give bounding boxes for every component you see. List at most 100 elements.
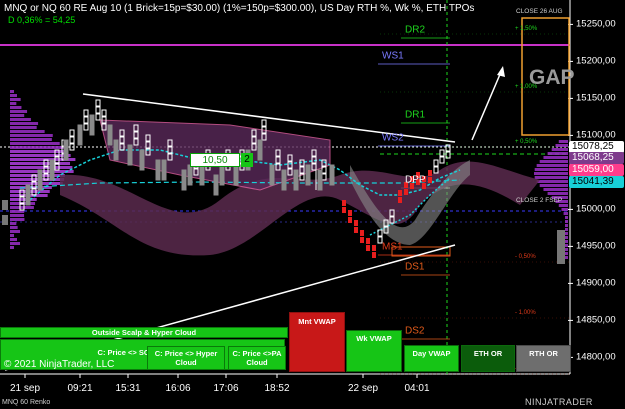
profile-bar — [10, 138, 52, 141]
down-bar — [317, 169, 323, 177]
profile-bar — [565, 240, 568, 243]
profile-bar — [10, 214, 25, 217]
profile-bar — [536, 180, 568, 183]
price-badge: 15041,39 — [569, 176, 624, 188]
down-bar — [281, 183, 287, 191]
price-badge: 15068,25 — [569, 152, 624, 164]
profile-bar — [547, 152, 568, 155]
profile-bar — [10, 218, 25, 221]
eth-or-button[interactable]: ETH OR — [461, 345, 515, 372]
y-tick-label: 15200,00 — [576, 55, 616, 67]
rth-or-button[interactable]: RTH OR — [516, 345, 571, 372]
up-bar — [69, 136, 75, 144]
profile-bar — [10, 106, 22, 109]
profile-bar — [565, 252, 568, 255]
profile-bar — [10, 222, 17, 225]
down-bar — [107, 131, 113, 139]
profile-bar — [10, 134, 53, 137]
down-bar — [127, 158, 133, 166]
up-bar — [95, 106, 101, 114]
profile-bar — [10, 226, 18, 229]
down-bar-red — [366, 245, 370, 251]
series-label: MNQ 60 Renko — [2, 399, 51, 406]
up-bar — [439, 149, 445, 157]
up-bar — [83, 116, 89, 124]
down-bar — [139, 163, 145, 171]
down-bar — [25, 191, 31, 199]
profile-bar — [539, 160, 568, 163]
down-bar — [187, 178, 193, 186]
down-bar-red — [398, 190, 402, 196]
down-bar — [269, 171, 275, 179]
x-tick-label: 17:06 — [213, 383, 239, 394]
down-bar — [127, 151, 133, 159]
down-bar — [329, 164, 335, 172]
down-bar — [77, 131, 83, 139]
down-bar — [161, 173, 167, 181]
down-bar — [37, 183, 43, 191]
down-bar — [305, 171, 311, 179]
down-bar — [107, 124, 113, 132]
down-bar — [155, 173, 161, 181]
down-bar-red — [404, 189, 408, 195]
profile-bar — [543, 156, 568, 159]
down-bar — [161, 166, 167, 174]
down-bar — [63, 153, 69, 161]
pa-cloud-button[interactable]: C: Price <>PA Cloud — [228, 346, 286, 370]
profile-bar — [10, 166, 73, 169]
down-bar — [89, 121, 95, 129]
y-tick-label: 15000,00 — [576, 203, 616, 215]
profile-bar — [565, 216, 568, 219]
hyper-cloud-button[interactable]: C: Price <> Hyper Cloud — [147, 346, 225, 370]
profile-bar — [10, 118, 31, 121]
down-bar — [139, 156, 145, 164]
pivot-level-label: DR2 — [405, 24, 426, 36]
y-tick-label: 14900,00 — [576, 277, 616, 289]
outside-scalp-hyper-button[interactable]: Outside Scalp & Hyper Cloud — [0, 327, 288, 338]
down-bar — [89, 128, 95, 136]
down-bar-red — [398, 197, 402, 203]
down-bar — [25, 184, 31, 192]
down-bar — [233, 171, 239, 179]
down-bar-red — [366, 238, 370, 244]
pivot-level-label: DPP — [405, 174, 426, 186]
gap-arrow-head — [497, 66, 505, 77]
close-aug-label: CLOSE 26 AUG — [516, 8, 563, 15]
down-bar — [113, 146, 119, 154]
x-tick-label: 18:52 — [264, 383, 290, 394]
down-bar — [199, 178, 205, 186]
down-bar-red — [348, 210, 352, 216]
down-bar — [293, 183, 299, 191]
percent-level-label: - 1,00% — [515, 310, 536, 316]
profile-bar — [534, 172, 568, 175]
down-bar — [161, 159, 167, 167]
pivot-level-label: DS1 — [405, 261, 425, 273]
down-bar — [293, 169, 299, 177]
wk-vwap-button[interactable]: Wk VWAP — [346, 330, 402, 372]
down-bar — [305, 164, 311, 172]
up-bar — [439, 156, 445, 164]
profile-bar — [557, 230, 565, 264]
down-bar — [63, 139, 69, 147]
profile-bar — [10, 206, 34, 209]
profile-bar — [10, 198, 37, 201]
pivot-level-label: WS2 — [382, 132, 404, 144]
ninjatrader-logo: NINJATRADER — [525, 397, 593, 407]
up-bar — [95, 113, 101, 121]
y-tick-label: 15150,00 — [576, 92, 616, 104]
down-bar — [77, 138, 83, 146]
down-bar — [269, 164, 275, 172]
x-tick-label: 21 sep — [9, 383, 41, 394]
up-bar — [261, 119, 267, 127]
mnt-vwap-button[interactable]: Mnt VWAP — [289, 312, 345, 372]
pivot-level-label: WS1 — [382, 50, 404, 62]
down-bar — [317, 176, 323, 184]
down-bar — [281, 169, 287, 177]
up-bar — [83, 123, 89, 131]
close-sep-label: CLOSE 2 FSEP — [516, 197, 563, 204]
profile-bar — [10, 246, 14, 249]
day-vwap-button[interactable]: Day VWAP — [404, 345, 459, 372]
profile-bar — [10, 162, 70, 165]
down-bar — [305, 178, 311, 186]
profile-bar — [565, 224, 568, 227]
